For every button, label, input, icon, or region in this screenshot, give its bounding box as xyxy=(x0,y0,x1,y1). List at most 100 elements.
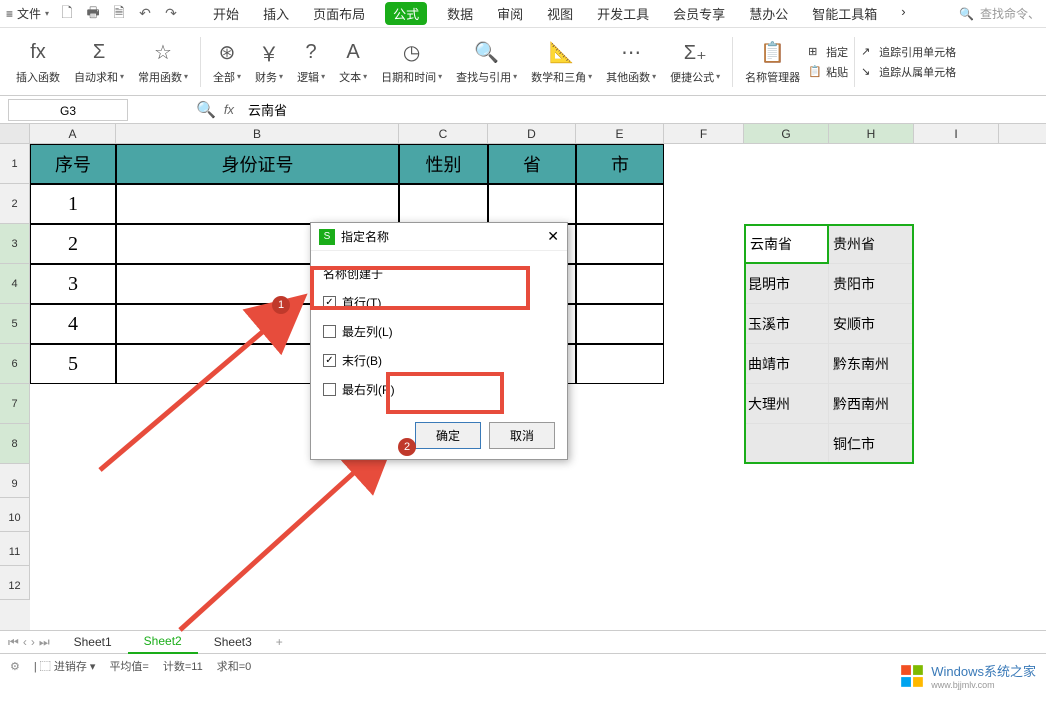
print-icon[interactable]: 🖶 xyxy=(85,6,101,22)
tab-member[interactable]: 会员专享 xyxy=(669,2,729,25)
option-top-row[interactable]: ✓ 首行(T) xyxy=(323,288,555,317)
cell-E2[interactable] xyxy=(576,184,664,224)
cell-E5[interactable] xyxy=(576,304,664,344)
cell-G4[interactable]: 昆明市 xyxy=(744,264,829,304)
auto-sum-button[interactable]: Σ 自动求和▾ xyxy=(68,39,130,85)
tab-dev[interactable]: 开发工具 xyxy=(593,2,653,25)
name-manager-button[interactable]: 📋 名称管理器 xyxy=(739,39,806,85)
ok-button[interactable]: 确定 xyxy=(415,422,481,449)
tab-layout[interactable]: 页面布局 xyxy=(309,2,369,25)
tab-data[interactable]: 数据 xyxy=(443,2,477,25)
sheet-tab-3[interactable]: Sheet3 xyxy=(198,631,268,653)
preview-icon[interactable]: 🗎 xyxy=(111,6,127,22)
cell-G7[interactable]: 大理州 xyxy=(744,384,829,424)
col-header-E[interactable]: E xyxy=(576,124,664,143)
col-header-H[interactable]: H xyxy=(829,124,914,143)
col-header-D[interactable]: D xyxy=(488,124,576,143)
dialog-titlebar[interactable]: S 指定名称 ✕ xyxy=(311,223,567,251)
math-fn-button[interactable]: 📐 数学和三角▾ xyxy=(525,39,598,85)
checkbox-checked-icon[interactable]: ✓ xyxy=(323,296,336,309)
cell-C2[interactable] xyxy=(399,184,488,224)
lookup-fn-button[interactable]: 🔍 查找与引用▾ xyxy=(450,39,523,85)
text-fn-button[interactable]: A 文本▾ xyxy=(333,39,373,85)
row-header-7[interactable]: 7 xyxy=(0,384,30,424)
row-header-4[interactable]: 4 xyxy=(0,264,30,304)
cell-B2[interactable] xyxy=(116,184,399,224)
tab-view[interactable]: 视图 xyxy=(543,2,577,25)
checkbox-icon[interactable] xyxy=(323,325,336,338)
nav-first-icon[interactable]: ⏮ xyxy=(8,635,19,650)
quick-formula-button[interactable]: Σ₊ 便捷公式▾ xyxy=(664,39,726,85)
row-header-6[interactable]: 6 xyxy=(0,344,30,384)
fx-icon[interactable]: fx xyxy=(224,102,234,117)
cell-H4[interactable]: 贵阳市 xyxy=(829,264,914,304)
row-header-10[interactable]: 10 xyxy=(0,498,30,532)
trace-precedents-button[interactable]: ↗追踪引用单元格 xyxy=(861,44,956,60)
col-header-C[interactable]: C xyxy=(399,124,488,143)
row-header-3[interactable]: 3 xyxy=(0,224,30,264)
logic-fn-button[interactable]: ? 逻辑▾ xyxy=(291,39,331,85)
cell-G5[interactable]: 玉溪市 xyxy=(744,304,829,344)
select-all-corner[interactable] xyxy=(0,124,30,143)
nav-next-icon[interactable]: › xyxy=(31,635,35,650)
tab-formula[interactable]: 公式 xyxy=(385,2,427,25)
cell-E3[interactable] xyxy=(576,224,664,264)
tab-insert[interactable]: 插入 xyxy=(259,2,293,25)
cell-D1[interactable]: 省 xyxy=(488,144,576,184)
cell-A6[interactable]: 5 xyxy=(30,344,116,384)
tab-more[interactable]: › xyxy=(897,2,909,25)
cell-A3[interactable]: 2 xyxy=(30,224,116,264)
cell-G3[interactable]: 云南省 xyxy=(744,224,829,264)
cell-D2[interactable] xyxy=(488,184,576,224)
cell-H3[interactable]: 贵州省 xyxy=(829,224,914,264)
option-right-row[interactable]: 最右列(R) xyxy=(323,375,555,404)
row-header-1[interactable]: 1 xyxy=(0,144,30,184)
cell-H5[interactable]: 安顺市 xyxy=(829,304,914,344)
cell-H7[interactable]: 黔西南州 xyxy=(829,384,914,424)
nav-last-icon[interactable]: ⏭ xyxy=(39,635,50,650)
datetime-fn-button[interactable]: ◷ 日期和时间▾ xyxy=(375,39,448,85)
insert-function-button[interactable]: fx 插入函数 xyxy=(10,39,66,85)
redo-icon[interactable]: ↷ xyxy=(163,6,179,22)
search-box[interactable]: 🔍 查找命令、 xyxy=(959,5,1040,22)
cell-A2[interactable]: 1 xyxy=(30,184,116,224)
col-header-F[interactable]: F xyxy=(664,124,744,143)
checkbox-icon[interactable] xyxy=(323,383,336,396)
checkbox-checked-icon[interactable]: ✓ xyxy=(323,354,336,367)
col-header-I[interactable]: I xyxy=(914,124,999,143)
cell-E1[interactable]: 市 xyxy=(576,144,664,184)
cell-A4[interactable]: 3 xyxy=(30,264,116,304)
formula-input[interactable]: 云南省 xyxy=(242,98,293,121)
cell-B1[interactable]: 身份证号 xyxy=(116,144,399,184)
cell-C1[interactable]: 性别 xyxy=(399,144,488,184)
sheet-tab-2[interactable]: Sheet2 xyxy=(128,630,198,654)
cancel-button[interactable]: 取消 xyxy=(489,422,555,449)
cell-A1[interactable]: 序号 xyxy=(30,144,116,184)
col-header-G[interactable]: G xyxy=(744,124,829,143)
row-header-8[interactable]: 8 xyxy=(0,424,30,464)
finance-fn-button[interactable]: ￥ 财务▾ xyxy=(249,39,289,85)
name-box[interactable]: G3 xyxy=(8,99,128,121)
option-left-row[interactable]: 最左列(L) xyxy=(323,317,555,346)
row-header-5[interactable]: 5 xyxy=(0,304,30,344)
paste-name-button[interactable]: 📋粘贴 xyxy=(808,64,848,80)
sheet-tab-1[interactable]: Sheet1 xyxy=(58,631,128,653)
file-menu[interactable]: ≡ 文件 ▾ xyxy=(6,5,49,22)
all-fn-button[interactable]: ⊛ 全部▾ xyxy=(207,39,247,85)
common-fn-button[interactable]: ☆ 常用函数▾ xyxy=(132,39,194,85)
settings-icon[interactable]: ⚙ xyxy=(10,660,20,673)
col-header-B[interactable]: B xyxy=(116,124,399,143)
nav-prev-icon[interactable]: ‹ xyxy=(23,635,27,650)
search-icon[interactable]: 🔍 xyxy=(196,100,216,120)
trace-dependents-button[interactable]: ↘追踪从属单元格 xyxy=(861,64,956,80)
cell-E6[interactable] xyxy=(576,344,664,384)
row-header-9[interactable]: 9 xyxy=(0,464,30,498)
cell-A5[interactable]: 4 xyxy=(30,304,116,344)
cell-H8[interactable]: 铜仁市 xyxy=(829,424,914,464)
tab-office[interactable]: 慧办公 xyxy=(745,2,792,25)
add-sheet-button[interactable]: + xyxy=(268,635,291,649)
cell-G8[interactable] xyxy=(744,424,829,464)
row-header-11[interactable]: 11 xyxy=(0,532,30,566)
tab-review[interactable]: 审阅 xyxy=(493,2,527,25)
cell-G6[interactable]: 曲靖市 xyxy=(744,344,829,384)
